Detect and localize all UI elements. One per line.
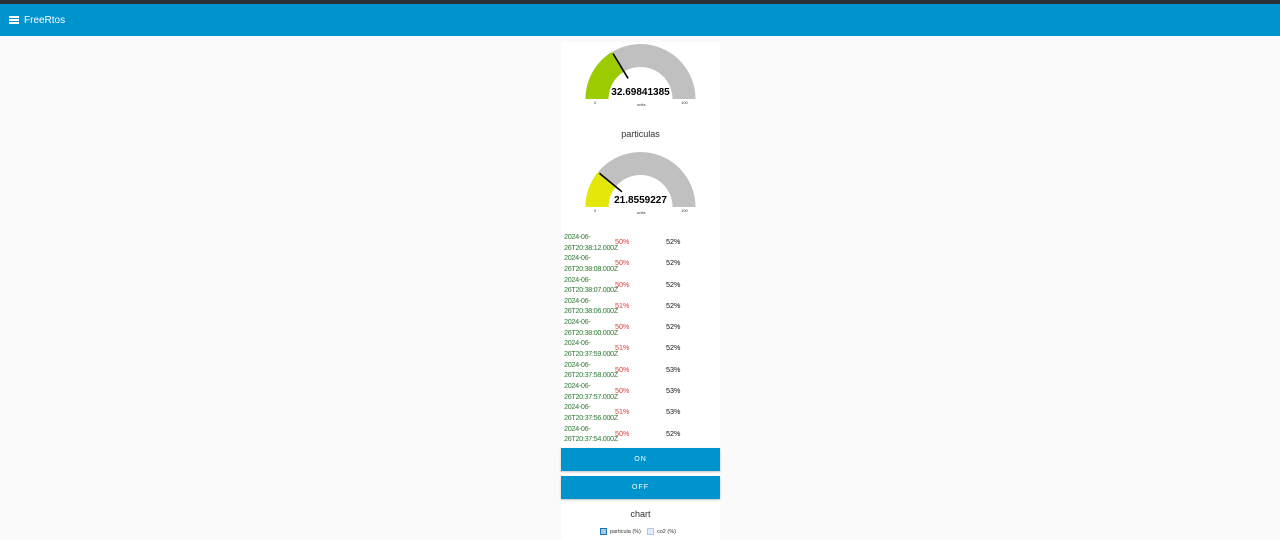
gauge-1-min: 0 — [594, 100, 597, 105]
legend-swatch-co2 — [647, 528, 654, 535]
particula-cell: 51% — [615, 407, 630, 417]
particula-cell: 50% — [615, 279, 630, 289]
gauge-2-max: 100 — [681, 208, 688, 213]
co2-cell: 52% — [666, 237, 681, 246]
legend-item-co2[interactable]: co2 (%) — [647, 528, 676, 535]
table-row: 2024-06- 26T20:37:54.000Z 50% 52% — [561, 424, 720, 445]
co2-cell: 52% — [666, 343, 681, 353]
on-button[interactable]: ON — [561, 448, 720, 471]
gauge-1-units: units — [637, 102, 646, 107]
legend-label-co2: co2 (%) — [657, 528, 676, 535]
app-title: FreeRtos — [24, 14, 66, 26]
gauge-1-max: 100 — [681, 100, 688, 105]
particula-cell: 50% — [615, 258, 630, 268]
off-button[interactable]: OFF — [561, 476, 720, 499]
table-row: 2024-06- 26T20:38:00.000Z 50% 52% — [561, 317, 720, 338]
particula-cell: 50% — [615, 386, 630, 396]
table-row: 2024-06- 26T20:37:59.000Z 51% 52% — [561, 338, 720, 359]
table-row: 2024-06- 26T20:37:58.000Z 50% 53% — [561, 360, 720, 381]
co2-cell: 52% — [666, 300, 681, 310]
chart-title: chart — [630, 509, 651, 519]
particula-cell: 50% — [615, 322, 630, 332]
gauge-2-value: 21.8559227 — [614, 195, 667, 206]
particula-cell: 50% — [615, 237, 630, 246]
particula-cell: 50% — [615, 364, 630, 374]
gauge-2-min: 0 — [594, 208, 597, 213]
table-row: 2024-06- 26T20:38:08.000Z 50% 52% — [561, 253, 720, 274]
co2-cell: 53% — [666, 407, 681, 417]
table-row: 2024-06- 26T20:38:07.000Z 50% 52% — [561, 275, 720, 296]
readings-table: 2024-06- 26T20:38:12.000Z 50% 52% 2024-06- 26… — [561, 232, 720, 445]
co2-cell: 53% — [666, 386, 681, 396]
chart-legend: particula (%) co2 (%) — [561, 528, 720, 538]
gauge-2-units: units — [637, 210, 646, 215]
gauge-2-title: particulas — [621, 129, 660, 139]
gauge-1-value: 32.69841385 — [611, 87, 670, 98]
menu-icon[interactable] — [9, 16, 19, 24]
co2-cell: 52% — [666, 279, 681, 289]
co2-cell: 53% — [666, 364, 681, 374]
particula-cell: 51% — [615, 300, 630, 310]
co2-cell: 52% — [666, 428, 681, 438]
legend-swatch-particula — [600, 528, 607, 535]
gauge-1: 32.69841385 0 units 100 — [561, 42, 720, 112]
co2-cell: 52% — [666, 322, 681, 332]
table-row: 2024-06- 26T20:37:57.000Z 50% 53% — [561, 381, 720, 402]
co2-cell: 52% — [666, 258, 681, 268]
particula-cell: 51% — [615, 343, 630, 353]
particula-cell: 50% — [615, 428, 630, 438]
dashboard-group: 32.69841385 0 units 100 particulas 21.85… — [561, 42, 720, 540]
legend-item-particula[interactable]: particula (%) — [600, 528, 641, 535]
table-row: 2024-06- 26T20:38:12.000Z 50% 52% — [561, 232, 720, 253]
legend-label-particula: particula (%) — [610, 528, 641, 535]
table-row: 2024-06- 26T20:38:06.000Z 51% 52% — [561, 296, 720, 317]
table-row: 2024-06- 26T20:37:56.000Z 51% 53% — [561, 402, 720, 423]
app-toolbar: FreeRtos — [0, 4, 1280, 36]
gauge-2: 21.8559227 0 units 100 — [561, 150, 720, 220]
